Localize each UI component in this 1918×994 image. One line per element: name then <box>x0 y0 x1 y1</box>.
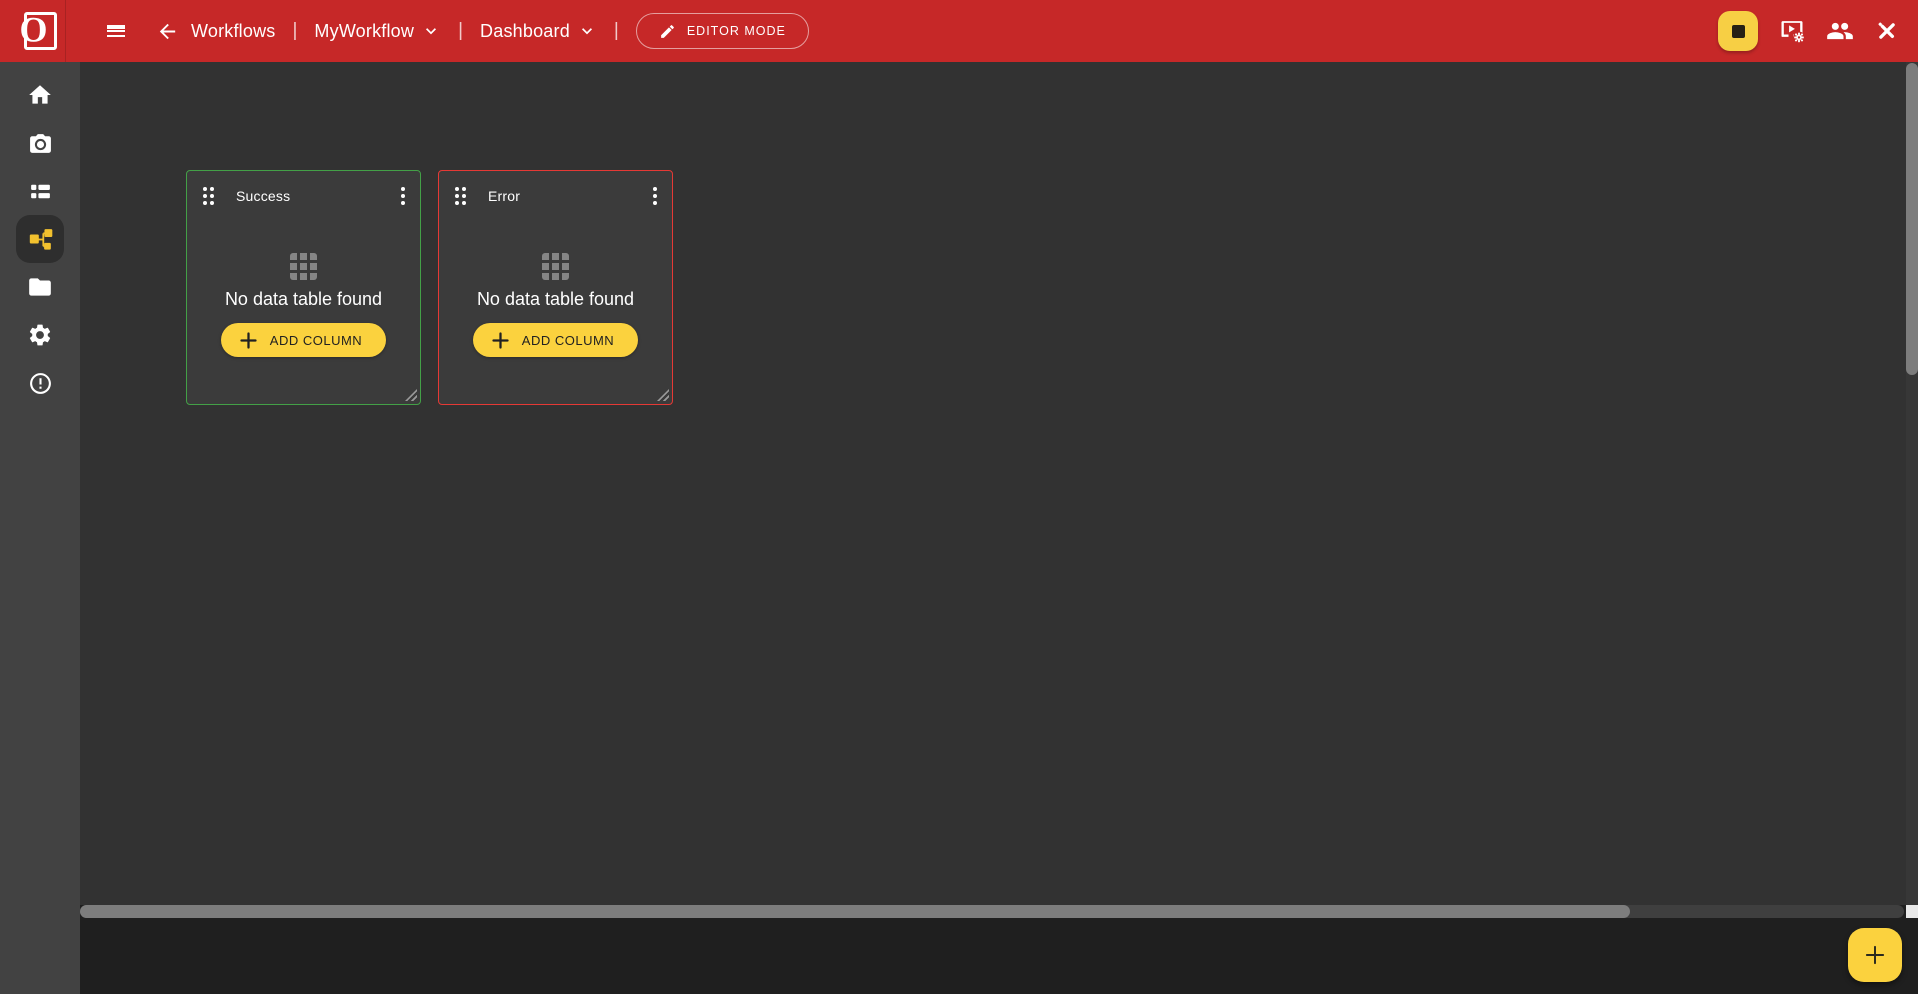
add-column-label: ADD COLUMN <box>270 333 362 348</box>
drag-handle-icon[interactable] <box>453 185 468 207</box>
resize-handle[interactable] <box>405 389 417 401</box>
card-header: Error <box>439 171 672 208</box>
card-empty-state: No data table found ADD COLUMN <box>187 253 420 357</box>
empty-state-text: No data table found <box>225 289 382 310</box>
video-settings-icon[interactable] <box>1778 17 1806 45</box>
chevron-down-icon <box>421 21 441 41</box>
vertical-scrollbar-thumb[interactable] <box>1906 63 1918 375</box>
topbar-separator: | <box>292 20 297 42</box>
app-logo[interactable]: O <box>0 0 80 62</box>
editor-mode-label: EDITOR MODE <box>687 24 786 38</box>
sidebar-item-settings[interactable] <box>16 311 64 359</box>
add-column-label: ADD COLUMN <box>522 333 614 348</box>
topbar-separator: | <box>614 20 619 42</box>
workflow-selector-label: MyWorkflow <box>314 21 414 42</box>
back-arrow-icon[interactable] <box>156 20 179 43</box>
pencil-icon <box>659 23 676 40</box>
dns-list-icon <box>28 179 53 204</box>
workflow-selector[interactable]: MyWorkflow <box>314 21 441 42</box>
table-grid-icon <box>290 253 317 280</box>
card-title: Success <box>236 188 290 204</box>
horizontal-scrollbar-track[interactable] <box>80 905 1904 918</box>
topbar-separator: | <box>458 20 463 42</box>
construction-icon[interactable] <box>1874 18 1900 44</box>
more-options-icon[interactable] <box>396 184 410 208</box>
error-outline-icon <box>28 371 53 396</box>
scrollbar-corner <box>1906 905 1918 918</box>
folder-icon <box>27 274 53 300</box>
vertical-scrollbar-track[interactable] <box>1906 62 1918 905</box>
horizontal-scrollbar-thumb[interactable] <box>80 905 1630 918</box>
sidebar-item-data[interactable] <box>16 167 64 215</box>
empty-state-text: No data table found <box>477 289 634 310</box>
plus-icon <box>1862 942 1888 968</box>
sidebar-item-camera[interactable] <box>16 119 64 167</box>
dashboard-canvas: Success No data table found ADD COLUMN <box>80 62 1906 905</box>
stop-icon <box>1732 25 1745 38</box>
drag-handle-icon[interactable] <box>201 185 216 207</box>
topbar-right-actions <box>1718 0 1900 62</box>
resize-handle[interactable] <box>657 389 669 401</box>
table-grid-icon <box>542 253 569 280</box>
card-title: Error <box>488 188 520 204</box>
sidebar-item-files[interactable] <box>16 263 64 311</box>
sidebar <box>0 62 80 994</box>
logo-square: O <box>24 12 57 50</box>
top-bar: O Workflows | MyWorkflow | Dashboard | <box>0 0 1918 62</box>
chevron-down-icon <box>577 21 597 41</box>
group-icon[interactable] <box>1826 17 1854 45</box>
widget-card-success: Success No data table found ADD COLUMN <box>186 170 421 405</box>
menu-icon[interactable] <box>104 19 128 43</box>
sidebar-item-alerts[interactable] <box>16 359 64 407</box>
view-selector-label: Dashboard <box>480 21 570 42</box>
home-icon <box>27 82 53 108</box>
logo-letter: O <box>20 8 48 50</box>
stop-button[interactable] <box>1718 11 1758 51</box>
widget-card-error: Error No data table found ADD COLUMN <box>438 170 673 405</box>
editor-mode-button[interactable]: EDITOR MODE <box>636 13 809 49</box>
sidebar-item-workflows[interactable] <box>16 215 64 263</box>
more-options-icon[interactable] <box>648 184 662 208</box>
app-root: O Workflows | MyWorkflow | Dashboard | <box>0 0 1918 994</box>
workflow-schema-icon <box>27 226 54 253</box>
add-column-button[interactable]: ADD COLUMN <box>221 323 386 357</box>
card-empty-state: No data table found ADD COLUMN <box>439 253 672 357</box>
add-widget-fab[interactable] <box>1848 928 1902 982</box>
breadcrumb-workflows[interactable]: Workflows <box>191 21 275 42</box>
add-column-button[interactable]: ADD COLUMN <box>473 323 638 357</box>
camera-icon <box>28 131 53 156</box>
card-header: Success <box>187 171 420 208</box>
settings-gear-icon <box>27 322 53 348</box>
plus-icon <box>238 330 259 351</box>
sidebar-item-home[interactable] <box>16 71 64 119</box>
bottom-panel <box>80 918 1918 994</box>
view-selector[interactable]: Dashboard <box>480 21 597 42</box>
plus-icon <box>490 330 511 351</box>
